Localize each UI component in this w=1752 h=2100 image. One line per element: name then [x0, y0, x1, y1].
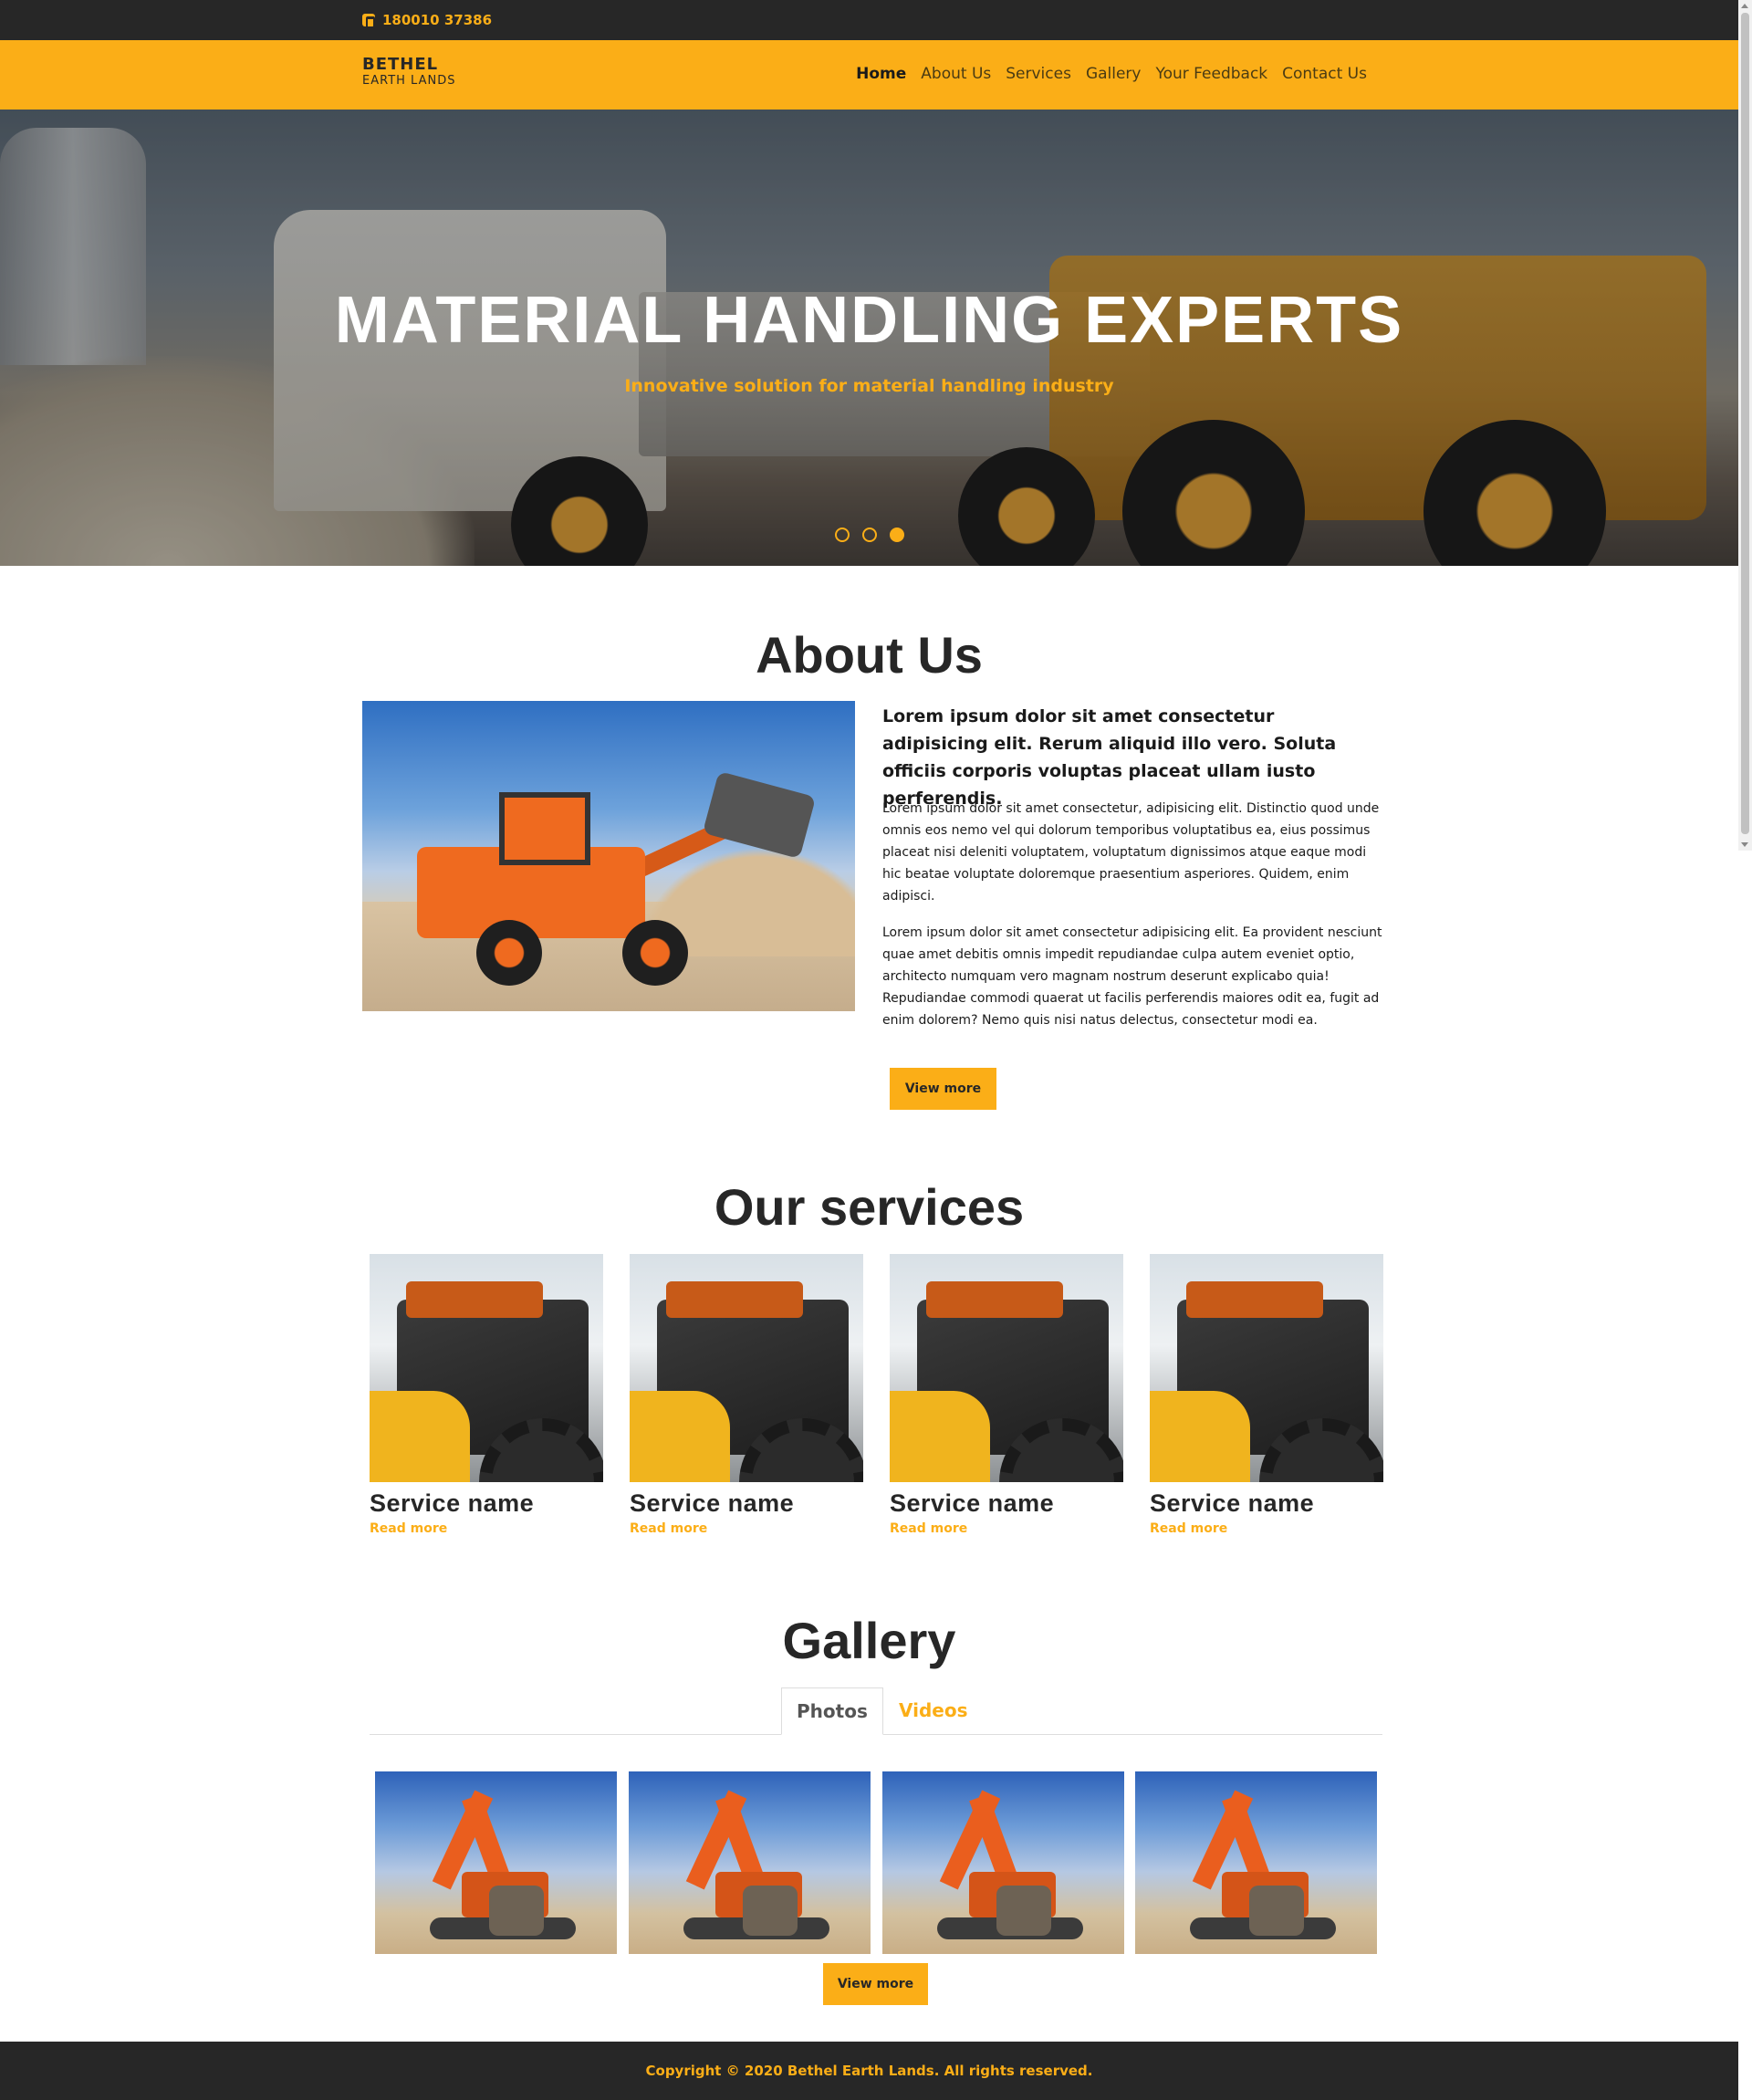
service-name: Service name — [370, 1489, 535, 1517]
gallery-title: Gallery — [782, 1612, 956, 1669]
service-card: Service name Read more — [370, 1254, 603, 1536]
copyright-text: Copyright © 2020 Bethel Earth Lands. All… — [645, 2063, 1093, 2079]
about-paragraph-2: Lorem ipsum dolor sit amet consectetur a… — [882, 925, 1382, 1028]
nav-services[interactable]: Services — [1006, 65, 1071, 83]
service-card: Service name Read more — [1150, 1254, 1383, 1536]
main-nav: Home About Us Services Gallery Your Feed… — [856, 65, 1367, 83]
nav-home[interactable]: Home — [856, 65, 906, 83]
navbar: BETHEL EARTH LANDS Home About Us Service… — [0, 40, 1738, 110]
footer: Copyright © 2020 Bethel Earth Lands. All… — [0, 2042, 1738, 2100]
carousel-dot-2[interactable] — [861, 528, 877, 542]
top-bar: 180010 37386 — [0, 0, 1738, 40]
scroll-down-arrow-icon[interactable] — [1741, 842, 1748, 847]
gallery-view-more-button[interactable]: View more — [823, 1963, 928, 2005]
service-card: Service name Read more — [630, 1254, 863, 1536]
carousel-dot-3[interactable] — [889, 528, 904, 542]
gallery-photo[interactable] — [629, 1771, 871, 1954]
about-image — [362, 701, 855, 1011]
service-read-more-link[interactable]: Read more — [890, 1521, 967, 1536]
service-image[interactable] — [890, 1254, 1123, 1482]
service-read-more-link[interactable]: Read more — [1150, 1521, 1227, 1536]
service-image[interactable] — [370, 1254, 603, 1482]
gallery-tabs: Photos Videos — [370, 1687, 1382, 1735]
service-image[interactable] — [630, 1254, 863, 1482]
service-name: Service name — [630, 1489, 795, 1517]
gallery-photo[interactable] — [882, 1771, 1124, 1954]
service-image[interactable] — [1150, 1254, 1383, 1482]
hero-title: MATERIAL HANDLING EXPERTS — [334, 284, 1404, 357]
phone-icon — [362, 14, 375, 29]
about-title: About Us — [756, 626, 983, 684]
service-name: Service name — [890, 1489, 1055, 1517]
service-name: Service name — [1150, 1489, 1315, 1517]
about-paragraph-1: Lorem ipsum dolor sit amet consectetur, … — [882, 801, 1380, 904]
carousel-dot-1[interactable] — [834, 528, 850, 542]
brand-tagline: EARTH LANDS — [362, 74, 456, 88]
about-view-more-button[interactable]: View more — [890, 1068, 996, 1110]
scrollbar-thumb[interactable] — [1741, 13, 1749, 834]
service-read-more-link[interactable]: Read more — [370, 1521, 447, 1536]
hero-carousel: MATERIAL HANDLING EXPERTS Innovative sol… — [0, 110, 1738, 566]
page-scrollbar[interactable] — [1738, 0, 1752, 851]
phone-contact[interactable]: 180010 37386 — [362, 12, 493, 29]
gallery-photo[interactable] — [375, 1771, 617, 1954]
carousel-indicators — [0, 528, 1738, 542]
service-read-more-link[interactable]: Read more — [630, 1521, 707, 1536]
nav-about-us[interactable]: About Us — [921, 65, 991, 83]
gallery-photo[interactable] — [1135, 1771, 1377, 1954]
phone-number: 180010 37386 — [382, 12, 493, 28]
about-lead-text: Lorem ipsum dolor sit amet consectetur a… — [882, 706, 1337, 809]
nav-your-feedback[interactable]: Your Feedback — [1155, 65, 1267, 83]
brand-logo[interactable]: BETHEL EARTH LANDS — [362, 56, 455, 89]
service-card: Service name Read more — [890, 1254, 1123, 1536]
brand-name: BETHEL — [362, 55, 439, 74]
services-title: Our services — [714, 1178, 1025, 1236]
hero-subtitle: Innovative solution for material handlin… — [624, 376, 1114, 396]
scroll-up-arrow-icon[interactable] — [1741, 4, 1748, 8]
nav-contact-us[interactable]: Contact Us — [1282, 65, 1367, 83]
tab-photos[interactable]: Photos — [781, 1687, 883, 1735]
tab-videos[interactable]: Videos — [884, 1687, 983, 1735]
nav-gallery[interactable]: Gallery — [1086, 65, 1142, 83]
